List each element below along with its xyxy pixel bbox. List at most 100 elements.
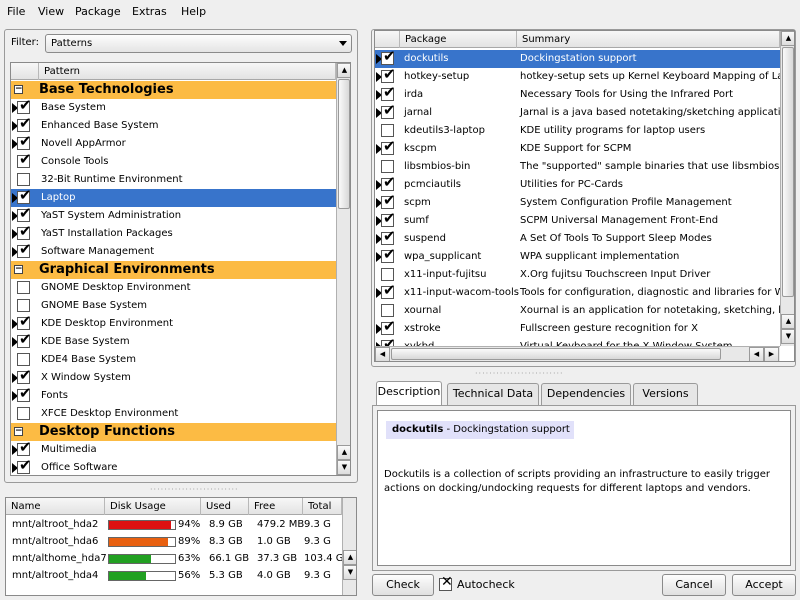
- checkbox[interactable]: ✔: [17, 314, 32, 330]
- checkbox[interactable]: ✔: [381, 193, 396, 209]
- menu-help[interactable]: Help: [181, 5, 206, 18]
- pattern-row[interactable]: ✔ Console Tools: [11, 152, 336, 171]
- pattern-row[interactable]: ✔ KDE Base System: [11, 332, 336, 351]
- checkbox[interactable]: ✔: [17, 224, 32, 240]
- checkbox[interactable]: ✔: [381, 319, 396, 335]
- scroll-right-icon[interactable]: ▶: [764, 347, 779, 361]
- pattern-row[interactable]: KDE4 Base System: [11, 351, 336, 369]
- scroll-up-icon[interactable]: ▲: [781, 314, 794, 329]
- menu-extras[interactable]: Extras: [132, 5, 167, 18]
- pattern-row[interactable]: ✔ Fonts: [11, 386, 336, 405]
- checkbox[interactable]: ✔: [381, 247, 396, 263]
- package-row[interactable]: ✔ wpa_supplicant WPA supplicant implementa…: [375, 247, 780, 266]
- checkbox[interactable]: [381, 304, 394, 317]
- scroll-up-icon[interactable]: ▲: [337, 63, 350, 78]
- checkbox[interactable]: [17, 299, 30, 312]
- disk-col-free[interactable]: Free: [249, 498, 303, 515]
- collapse-icon[interactable]: −: [14, 427, 23, 436]
- checkbox[interactable]: ✔: [17, 152, 32, 168]
- checkbox[interactable]: [381, 124, 394, 137]
- cancel-button[interactable]: Cancel: [662, 574, 726, 596]
- disk-row[interactable]: mnt/altroot_hda4 56% 5.3 GB 4.0 GB 9.3 G: [6, 567, 342, 584]
- splitter-handle[interactable]: ·························: [475, 369, 564, 378]
- packages-col-check[interactable]: [375, 31, 400, 48]
- checkbox[interactable]: ✔: [17, 242, 32, 258]
- checkbox[interactable]: [381, 160, 394, 173]
- disk-row[interactable]: mnt/altroot_hda6 89% 8.3 GB 1.0 GB 9.3 G: [6, 533, 342, 550]
- scroll-left-icon[interactable]: ◀: [749, 347, 764, 361]
- checkbox[interactable]: [17, 173, 30, 186]
- checkbox[interactable]: ✔: [17, 440, 32, 456]
- checkbox[interactable]: ✔: [381, 50, 396, 65]
- disk-col-used[interactable]: Used: [201, 498, 249, 515]
- packages-col-summary[interactable]: Summary: [517, 31, 780, 48]
- pattern-row[interactable]: ✔ YaST Installation Packages: [11, 224, 336, 243]
- package-row[interactable]: ✔ dockutils Dockingstation support: [375, 50, 780, 68]
- disk-scrollbar[interactable]: ▲ ▼: [342, 498, 356, 595]
- tab-technical-data[interactable]: Technical Data: [447, 383, 539, 405]
- tab-dependencies[interactable]: Dependencies: [541, 383, 631, 405]
- disk-col-usage[interactable]: Disk Usage: [105, 498, 201, 515]
- scroll-thumb[interactable]: [338, 79, 350, 209]
- menu-file[interactable]: File: [7, 5, 25, 18]
- pattern-row[interactable]: ✔ Software Management: [11, 242, 336, 261]
- package-row[interactable]: ✔ hotkey-setup hotkey-setup sets up Kernel…: [375, 67, 780, 86]
- check-button[interactable]: Check: [372, 574, 434, 596]
- package-row[interactable]: ✔ xvkbd Virtual Keyboard for the X Window …: [375, 337, 780, 346]
- patterns-col-pattern[interactable]: Pattern: [39, 63, 336, 80]
- scroll-down-icon[interactable]: ▼: [337, 460, 350, 475]
- checkbox[interactable]: ✔: [17, 188, 32, 204]
- package-row[interactable]: libsmbios-bin The "supported" sample bina…: [375, 158, 780, 176]
- package-row[interactable]: ✔ kscpm KDE Support for SCPM: [375, 139, 780, 158]
- pattern-row[interactable]: GNOME Base System: [11, 297, 336, 315]
- checkbox[interactable]: ✔: [381, 229, 396, 245]
- package-row[interactable]: ✔ irda Necessary Tools for Using the Infra…: [375, 85, 780, 104]
- checkbox[interactable]: ✔: [17, 368, 32, 384]
- autocheck-checkbox[interactable]: ✕: [439, 575, 453, 591]
- scroll-down-icon[interactable]: ▼: [781, 329, 794, 344]
- accept-button[interactable]: Accept: [732, 574, 796, 596]
- scroll-left-icon[interactable]: ◀: [375, 347, 390, 361]
- checkbox[interactable]: ✔: [17, 386, 32, 402]
- scroll-down-icon[interactable]: ▼: [343, 565, 356, 580]
- package-row[interactable]: ✔ scpm System Configuration Profile Manage…: [375, 193, 780, 212]
- pattern-row[interactable]: XFCE Desktop Environment: [11, 405, 336, 423]
- checkbox[interactable]: [17, 353, 30, 366]
- scroll-up-icon[interactable]: ▲: [343, 550, 356, 565]
- pattern-row[interactable]: ✔ Office Software: [11, 458, 336, 475]
- disk-col-name[interactable]: Name: [6, 498, 105, 515]
- hscroll-thumb[interactable]: [391, 348, 721, 360]
- pattern-row[interactable]: ✔ Base System: [11, 98, 336, 117]
- checkbox[interactable]: ✔: [381, 175, 396, 191]
- checkbox[interactable]: ✔: [381, 211, 396, 227]
- package-row[interactable]: ✔ pcmciautils Utilities for PC-Cards: [375, 175, 780, 194]
- pattern-row[interactable]: ✔ Enhanced Base System: [11, 116, 336, 135]
- packages-col-package[interactable]: Package: [400, 31, 517, 48]
- packages-scrollbar[interactable]: ▲ ▲ ▼: [780, 31, 794, 346]
- pattern-row[interactable]: ✔ Novell AppArmor: [11, 134, 336, 153]
- filter-select[interactable]: Patterns: [45, 34, 352, 53]
- package-row[interactable]: kdeutils3-laptop KDE utility programs for…: [375, 122, 780, 140]
- pattern-row[interactable]: GNOME Desktop Environment: [11, 279, 336, 297]
- scroll-up-icon[interactable]: ▲: [337, 445, 350, 460]
- pattern-row[interactable]: 32-Bit Runtime Environment: [11, 171, 336, 189]
- checkbox[interactable]: [17, 281, 30, 294]
- menu-view[interactable]: View: [38, 5, 64, 18]
- scroll-up-icon[interactable]: ▲: [781, 31, 794, 46]
- checkbox[interactable]: ✔: [381, 139, 396, 155]
- checkbox[interactable]: ✔: [17, 332, 32, 348]
- checkbox[interactable]: ✔: [17, 98, 32, 114]
- checkbox[interactable]: ✔: [17, 206, 32, 222]
- splitter-handle[interactable]: ·························: [150, 485, 239, 494]
- menu-package[interactable]: Package: [75, 5, 121, 18]
- pattern-row[interactable]: ✔ Multimedia: [11, 440, 336, 459]
- checkbox[interactable]: [17, 407, 30, 420]
- patterns-col-check[interactable]: [11, 63, 39, 80]
- checkbox[interactable]: ✔: [381, 103, 396, 119]
- tab-versions[interactable]: Versions: [633, 383, 698, 405]
- disk-row[interactable]: mnt/althome_hda7 63% 66.1 GB 37.3 GB 103.4 G: [6, 550, 344, 567]
- packages-hscrollbar[interactable]: ◀ ◀ ▶: [375, 346, 780, 361]
- checkbox[interactable]: [381, 268, 394, 281]
- package-row[interactable]: ✔ xstroke Fullscreen gesture recognition f…: [375, 319, 780, 338]
- package-row[interactable]: ✔ x11-input-wacom-tools Tools for configur…: [375, 283, 780, 302]
